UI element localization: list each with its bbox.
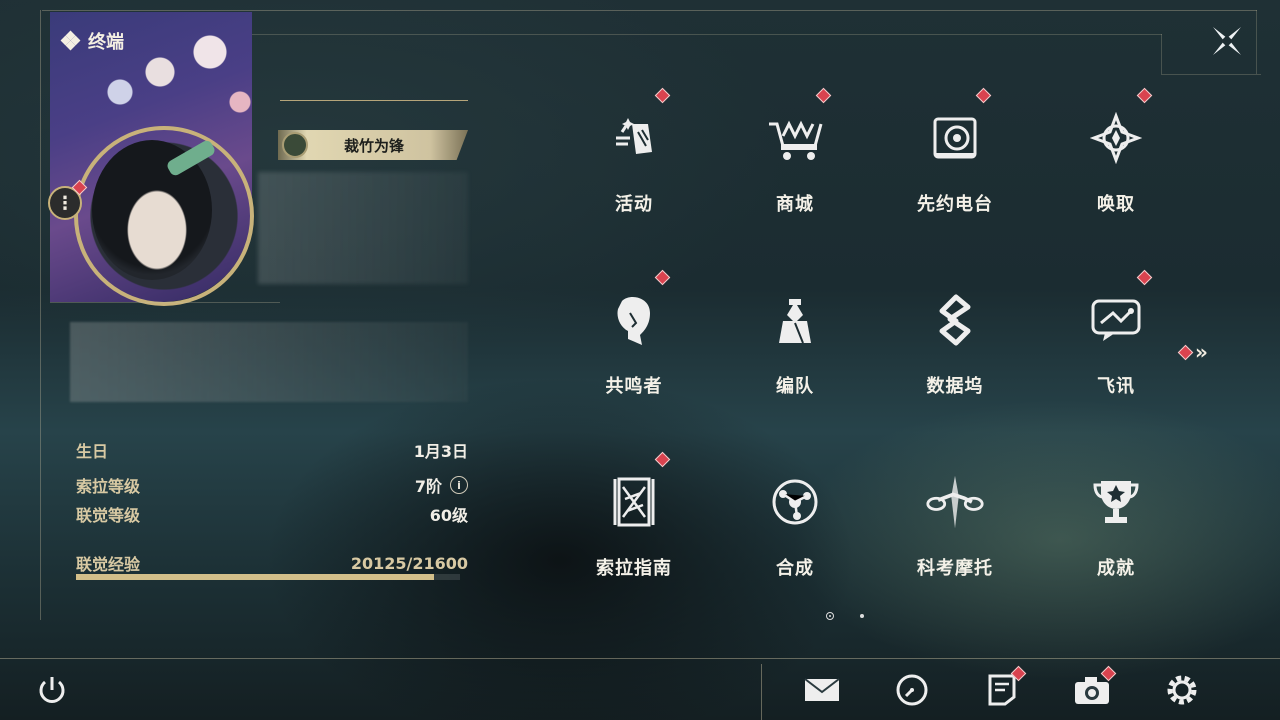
menu-tile-team[interactable]: 编队 <box>735 268 855 408</box>
notes-button[interactable] <box>982 665 1027 710</box>
birthday-value: 1月3日 <box>413 442 468 461</box>
frame-line <box>42 10 1257 11</box>
achievement-icon <box>1086 472 1146 532</box>
bottom-divider <box>0 658 1280 659</box>
notification-badge <box>1136 269 1153 286</box>
power-icon <box>39 677 65 703</box>
frame-line <box>1256 10 1257 74</box>
page-dot-active[interactable] <box>826 612 834 620</box>
notification-badge <box>654 451 671 468</box>
menu-tile-activity[interactable]: 活动 <box>574 86 694 226</box>
mail-icon <box>804 678 840 701</box>
birthday-row: 生日 1月3日 <box>76 438 468 462</box>
menu-tile-radio[interactable]: 先约电台 <box>895 86 1015 226</box>
shop-icon <box>765 108 825 168</box>
union-level-label: 联觉等级 <box>76 506 141 525</box>
terminal-icon <box>60 30 81 51</box>
message-icon <box>1086 290 1146 350</box>
page-indicator <box>826 612 864 620</box>
union-exp-bar <box>76 574 460 580</box>
union-exp-fill <box>76 574 434 580</box>
union-exp-row: 联觉经验 20125/21600 <box>76 551 468 575</box>
title-badge-label: 裁竹为锋 <box>344 136 405 155</box>
union-level-row: 联觉等级 60级 <box>76 502 468 526</box>
menu-tile-guide[interactable]: 索拉指南 <box>574 450 694 590</box>
notification-badge <box>654 269 671 286</box>
menu-tile-label: 共鸣者 <box>605 376 663 397</box>
double-chevron-right-icon: » <box>1195 340 1208 364</box>
birthday-label: 生日 <box>76 442 109 461</box>
menu-tile-label: 编队 <box>776 376 814 397</box>
clock-icon <box>896 674 928 706</box>
union-exp-value: 20125/21600 <box>350 553 468 573</box>
notes-icon <box>988 674 1016 706</box>
activity-icon <box>604 108 664 168</box>
menu-tile-label: 科考摩托 <box>917 558 993 579</box>
frame-line <box>1161 74 1261 75</box>
menu-tile-label: 唤取 <box>1097 194 1135 215</box>
menu-tile-label: 活动 <box>615 194 653 215</box>
redacted-name-area <box>258 172 468 284</box>
frame-line <box>1161 34 1162 74</box>
close-button[interactable] <box>1206 20 1248 62</box>
menu-tile-achievement[interactable]: 成就 <box>1056 450 1176 590</box>
settings-button[interactable] <box>1162 670 1202 710</box>
motorcycle-icon <box>925 472 985 532</box>
menu-tile-data-dock[interactable]: 数据坞 <box>895 268 1015 408</box>
menu-tile-synthesis[interactable]: 合成 <box>735 450 855 590</box>
menu-tile-label: 商城 <box>776 194 814 215</box>
settings-icon <box>1167 675 1197 705</box>
menu-tile-label: 合成 <box>776 558 814 579</box>
menu-tile-label: 飞讯 <box>1097 376 1135 397</box>
menu-tile-motorcycle[interactable]: 科考摩托 <box>895 450 1015 590</box>
terminal-header: 终端 <box>60 28 124 54</box>
divider <box>280 100 468 101</box>
menu-tile-resonator[interactable]: 共鸣者 <box>574 268 694 408</box>
notification-badge <box>975 87 992 104</box>
notification-badge <box>654 87 671 104</box>
menu-tile-label: 数据坞 <box>926 376 984 397</box>
sola-level-label: 索拉等级 <box>76 477 141 496</box>
menu-tile-label: 索拉指南 <box>596 558 672 579</box>
notification-badge <box>1136 87 1153 104</box>
sola-level-value: 7阶 <box>414 477 442 496</box>
mail-button[interactable] <box>802 670 842 710</box>
menu-tile-label: 成就 <box>1097 558 1135 579</box>
union-level-value: 60级 <box>429 506 468 525</box>
resonator-icon <box>604 290 664 350</box>
info-icon[interactable]: i <box>450 476 468 494</box>
radio-icon <box>925 108 985 168</box>
more-vertical-icon: ⋮ <box>56 192 74 214</box>
guide-icon <box>604 472 664 532</box>
close-icon <box>1213 27 1241 55</box>
notification-badge <box>1177 344 1194 360</box>
clock-button[interactable] <box>892 670 932 710</box>
terminal-title: 终端 <box>88 32 124 53</box>
power-button[interactable] <box>32 670 72 710</box>
summon-icon <box>1086 108 1146 168</box>
sola-level-value-group: 7阶 i <box>415 473 468 497</box>
menu-tile-label: 先约电台 <box>917 194 993 215</box>
title-emblem-icon <box>282 132 308 158</box>
next-page-button[interactable]: » <box>1177 340 1208 364</box>
menu-tile-message[interactable]: 飞讯 <box>1056 268 1176 408</box>
sola-level-row: 索拉等级 7阶 i <box>76 473 468 497</box>
camera-button[interactable] <box>1072 665 1117 710</box>
page-dot[interactable] <box>860 614 864 618</box>
frame-line <box>252 34 1162 35</box>
bottom-separator <box>761 664 762 720</box>
data-dock-icon <box>925 290 985 350</box>
union-exp-label: 联觉经验 <box>76 555 141 574</box>
divider <box>50 302 280 303</box>
menu-tile-shop[interactable]: 商城 <box>735 86 855 226</box>
notification-badge <box>815 87 832 104</box>
synthesis-icon <box>765 472 825 532</box>
menu-tile-summon[interactable]: 唤取 <box>1056 86 1176 226</box>
frame-line <box>40 10 41 620</box>
team-icon <box>765 290 825 350</box>
redacted-signature-area <box>70 322 468 402</box>
